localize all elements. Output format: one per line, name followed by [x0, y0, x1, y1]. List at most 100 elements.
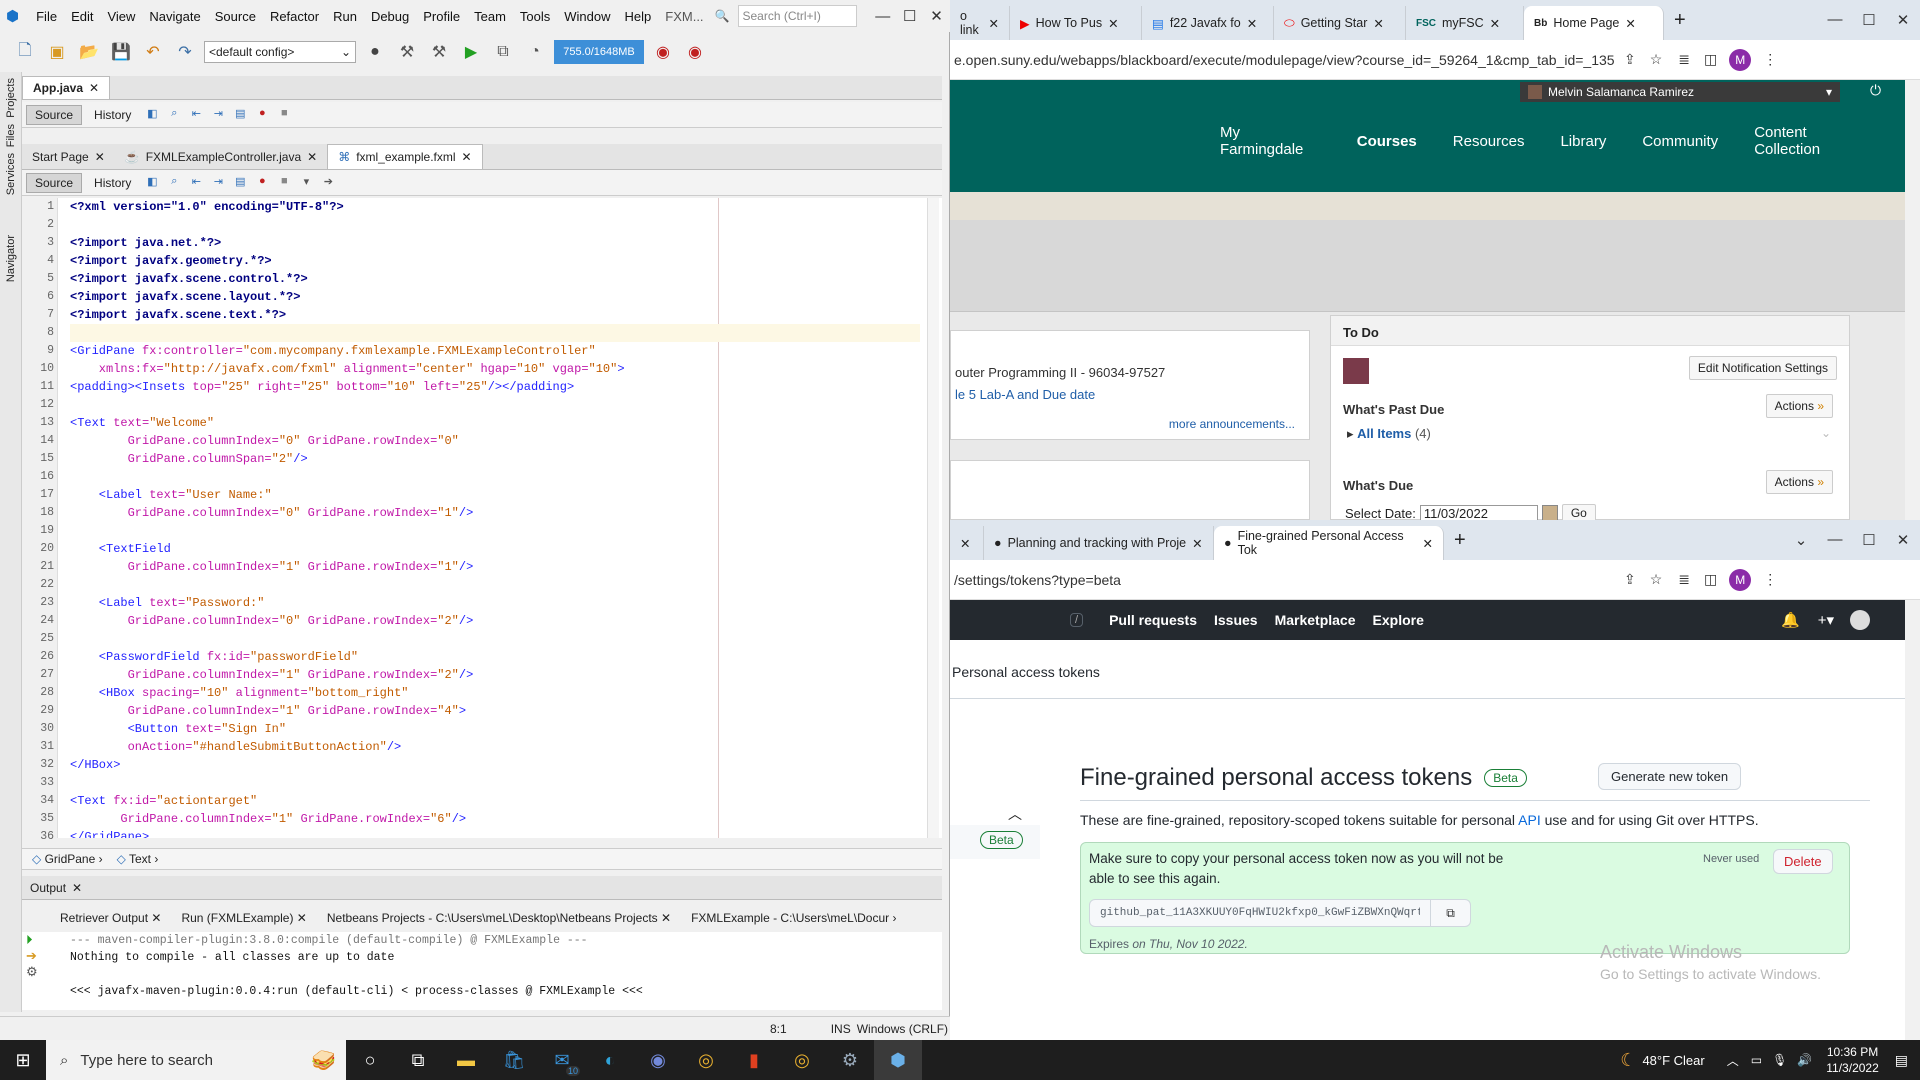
new-project-icon[interactable]: ▣ [44, 39, 70, 65]
stop-macro-icon[interactable]: ■ [275, 175, 293, 191]
notification-center-icon[interactable]: ▤ [1895, 1052, 1908, 1069]
browser-tab-active[interactable]: Bb Home Page ✕ [1524, 6, 1664, 40]
close-icon[interactable]: ✕ [1423, 536, 1433, 551]
code-line[interactable] [70, 522, 920, 540]
tab-app-java[interactable]: App.java ✕ [22, 76, 111, 99]
page-scrollbar[interactable] [1905, 600, 1920, 1040]
clock[interactable]: 10:36 PM 11/3/2022 [1826, 1044, 1879, 1076]
nav-my-farmingdale[interactable]: My Farmingdale [1220, 124, 1321, 158]
output-tab-fxmlexample[interactable]: FXMLExample - C:\Users\meL\Docur › [691, 911, 896, 925]
breadcrumb-text[interactable]: ◇ Text › [117, 852, 159, 866]
close-icon[interactable]: ✕ [95, 150, 105, 164]
chevron-up-icon[interactable]: ︿ [1008, 804, 1022, 824]
browser-tab-active[interactable]: ● Fine-grained Personal Access Tok ✕ [1214, 526, 1444, 560]
close-icon[interactable]: ✕ [1886, 11, 1920, 29]
code-line[interactable]: GridPane.columnIndex="1" GridPane.rowInd… [70, 666, 920, 684]
sidebar-icon[interactable]: ◫ [1704, 571, 1717, 588]
maximize-icon[interactable]: ☐ [1852, 11, 1886, 29]
ide-search-input[interactable]: Search (Ctrl+I) [737, 5, 858, 27]
nav-issues[interactable]: Issues [1214, 612, 1258, 628]
windows-start-icon[interactable]: ⊞ [0, 1050, 46, 1071]
profile-avatar[interactable]: M [1729, 568, 1752, 591]
menu-profile[interactable]: Profile [416, 9, 467, 24]
mail-icon[interactable]: ✉ 10 [538, 1040, 586, 1080]
history-button[interactable]: History [86, 174, 139, 192]
profile-avatar[interactable]: M [1729, 48, 1752, 71]
browser-tab[interactable]: ✕ [950, 526, 984, 560]
menu-source[interactable]: Source [208, 9, 263, 24]
code-line[interactable]: <padding><Insets top="25" right="25" bot… [70, 378, 920, 396]
token-value[interactable]: github_pat_11A3XKUUY0FqHWIU2kfxp0_kGwFiZ… [1090, 907, 1420, 919]
toggle-highlight-icon[interactable]: ▤ [231, 107, 249, 123]
actions-button[interactable]: Actions » [1765, 394, 1833, 418]
nav-marketplace[interactable]: Marketplace [1275, 612, 1356, 628]
browser-tab[interactable]: FSC myFSC ✕ [1406, 6, 1524, 40]
search-shortcut-key[interactable]: / [1070, 613, 1084, 627]
code-line[interactable]: <?import javafx.scene.layout.*?> [70, 288, 920, 306]
code-line[interactable] [70, 630, 920, 648]
code-line[interactable]: <Label text="Password:" [70, 594, 920, 612]
code-line[interactable]: GridPane.columnIndex="1" GridPane.rowInd… [70, 558, 920, 576]
browser-tab[interactable]: ⬭ Getting Star ✕ [1274, 6, 1406, 40]
code-line[interactable]: </GridPane> [70, 828, 920, 838]
url-text[interactable]: e.open.suny.edu/webapps/blackboard/execu… [954, 52, 1614, 68]
browser-tab[interactable]: o link ✕ [950, 6, 1010, 40]
chrome-icon[interactable]: ◎ [682, 1040, 730, 1080]
find-next-icon[interactable]: ⇥ [209, 175, 227, 191]
edit-notification-settings-button[interactable]: Edit Notification Settings [1688, 356, 1837, 380]
nav-content-collection[interactable]: Content Collection [1754, 124, 1869, 158]
code-line[interactable]: onAction="#handleSubmitButtonAction"/> [70, 738, 920, 756]
steam-icon[interactable]: ⚙ [826, 1040, 874, 1080]
output-tab-run[interactable]: Run (FXMLExample) ✕ [181, 911, 306, 925]
memory-indicator[interactable]: 755.0/1648MB [554, 40, 644, 64]
menu-window[interactable]: Window [557, 9, 617, 24]
xslt-icon[interactable]: ➔ [319, 175, 337, 191]
nav-community[interactable]: Community [1642, 133, 1718, 150]
nav-courses[interactable]: Courses [1357, 133, 1417, 150]
back-icon[interactable]: ◧ [143, 175, 161, 191]
close-icon[interactable]: ✕ [1108, 16, 1118, 31]
close-icon[interactable]: ✕ [1886, 531, 1920, 549]
tab-controller-java[interactable]: ☕ FXMLExampleController.java ✕ [115, 144, 327, 169]
bookmark-star-icon[interactable]: ☆ [1650, 571, 1663, 588]
close-icon[interactable]: ✕ [923, 7, 950, 25]
share-icon[interactable]: ⇪ [1624, 571, 1636, 588]
side-tab-services[interactable]: Services [5, 153, 17, 195]
output-title[interactable]: Output [30, 881, 66, 895]
menu-tools[interactable]: Tools [513, 9, 557, 24]
validate-xml-icon[interactable]: ▾ [297, 175, 315, 191]
code-line[interactable]: <?import java.net.*?> [70, 234, 920, 252]
editor-scrollbar[interactable] [927, 198, 939, 838]
menu-navigate[interactable]: Navigate [142, 9, 207, 24]
taskbar-search[interactable]: ⌕ Type here to search 🥪 [46, 1040, 346, 1080]
tab-search-icon[interactable]: ≣ [1678, 571, 1690, 588]
tray-chevron-icon[interactable]: ︿ [1727, 1052, 1739, 1069]
collapse-icon[interactable]: ⌄ [1821, 426, 1831, 440]
nav-library[interactable]: Library [1560, 133, 1606, 150]
avatar[interactable] [1850, 610, 1870, 630]
weather-text[interactable]: 48°F Clear [1642, 1053, 1704, 1068]
menu-refactor[interactable]: Refactor [263, 9, 326, 24]
redo-icon[interactable]: ↷ [172, 39, 198, 65]
output-tab-retriever[interactable]: Retriever Output ✕ [60, 911, 161, 925]
close-icon[interactable]: ✕ [1192, 536, 1202, 551]
search-icon[interactable]: ⌕ [165, 107, 183, 123]
code-line[interactable]: <TextField [70, 540, 920, 558]
menu-debug[interactable]: Debug [364, 9, 416, 24]
file-explorer-icon[interactable]: ▬ [442, 1040, 490, 1080]
gc-icon[interactable]: ◉ [650, 39, 676, 65]
close-icon[interactable]: ✕ [462, 150, 472, 164]
tab-fxml-example[interactable]: ⌘ fxml_example.fxml ✕ [327, 144, 483, 169]
code-line[interactable] [70, 468, 920, 486]
code-line[interactable]: GridPane.columnIndex="0" GridPane.rowInd… [70, 504, 920, 522]
close-icon[interactable]: ✕ [1373, 16, 1383, 31]
save-all-icon[interactable]: 💾 [108, 39, 134, 65]
menu-help[interactable]: Help [618, 9, 659, 24]
chrome-profile-icon[interactable]: ◎ [778, 1040, 826, 1080]
code-line[interactable] [70, 774, 920, 792]
code-line[interactable]: <GridPane fx:controller="com.mycompany.f… [70, 342, 920, 360]
minimize-icon[interactable]: ⌄ [1784, 531, 1818, 549]
calendar-icon[interactable] [1541, 505, 1558, 521]
maximize-icon[interactable]: ☐ [1852, 531, 1886, 549]
toggle-highlight-icon[interactable]: ▤ [231, 175, 249, 191]
